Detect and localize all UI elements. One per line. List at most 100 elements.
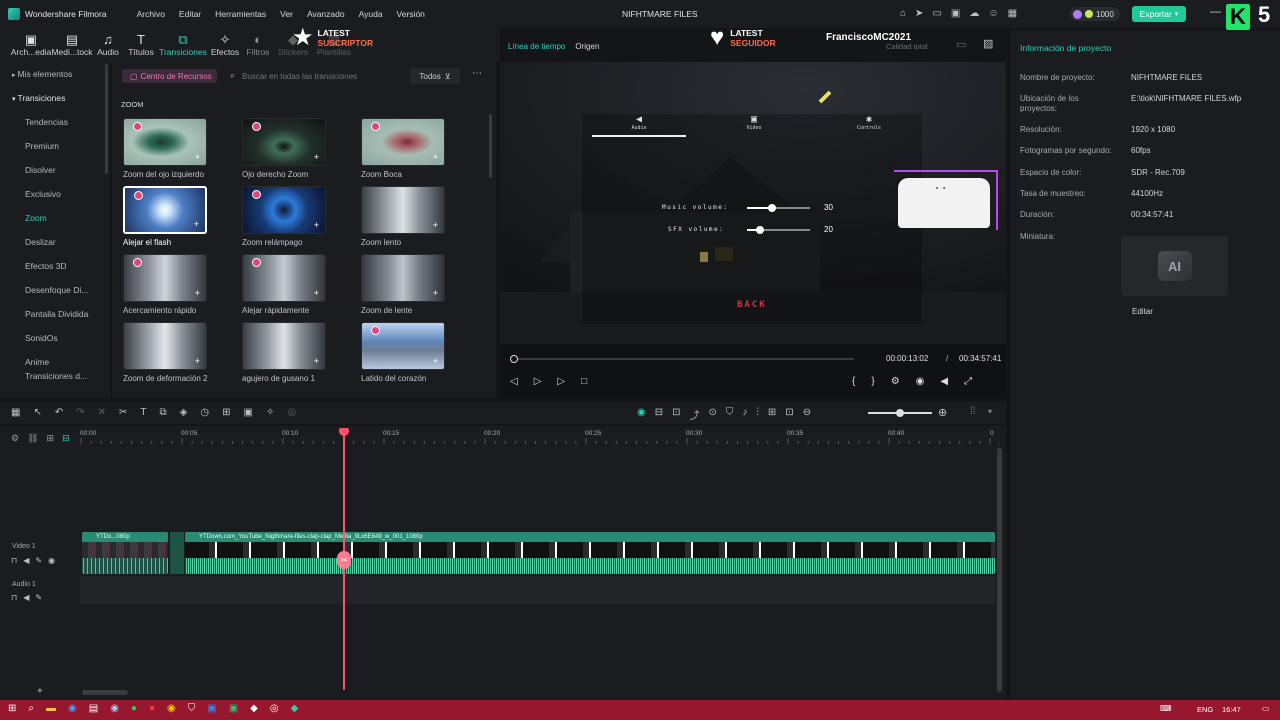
keyboard-icon[interactable]: ⌨ <box>1160 704 1172 713</box>
sfx-volume-slider[interactable] <box>747 226 810 234</box>
transition-card[interactable]: + Acercamiento rápido <box>123 254 209 315</box>
support-icon[interactable]: ☺ <box>988 8 998 19</box>
back-button[interactable]: BACK <box>737 300 767 310</box>
search-icon[interactable]: ⌕ <box>28 703 34 714</box>
chrome-icon[interactable]: ◉ <box>167 703 176 714</box>
add-icon[interactable]: + <box>433 152 438 162</box>
zoom-knob[interactable] <box>896 409 904 417</box>
add-track-icon[interactable]: ⊞ <box>47 433 55 444</box>
spotify-icon[interactable]: ● <box>131 703 137 714</box>
shield-app-icon[interactable]: ⛉ <box>188 703 196 714</box>
transition-card[interactable]: + Zoom de deformación 2 <box>123 322 209 383</box>
zoom-out-icon[interactable]: ⊖ <box>803 407 811 422</box>
settings-icon[interactable]: ⚙ <box>891 376 900 387</box>
keyframe-icon[interactable]: ◈ <box>180 407 188 418</box>
menu-ver[interactable]: Ver <box>280 9 293 19</box>
menu-archivo[interactable]: Archivo <box>137 9 165 19</box>
zoom-in-icon[interactable]: ⊕ <box>938 406 947 419</box>
progress-knob[interactable] <box>510 355 518 363</box>
nav-item-3d-effects[interactable]: Efectos 3D <box>0 254 110 278</box>
transition-card[interactable]: + Zoom relámpago <box>242 186 328 247</box>
nav-item-premium[interactable]: Premium <box>0 134 110 158</box>
magic-icon[interactable]: ✧ <box>266 407 274 418</box>
text-icon[interactable]: T <box>140 407 146 418</box>
nav-transitions[interactable]: ▾ Transiciones <box>0 86 110 110</box>
filter-dropdown[interactable]: Todos ⊻ <box>410 68 460 84</box>
menu-controls[interactable]: ✱ Controls <box>822 114 916 131</box>
menu-version[interactable]: Versión <box>397 9 425 19</box>
menu-audio[interactable]: ◀ Audio <box>592 114 686 137</box>
cut-marker-icon[interactable]: ✂ <box>337 551 351 569</box>
panel-scrollbar[interactable] <box>489 114 492 178</box>
export-button[interactable]: Exportar ▾ <box>1132 6 1186 22</box>
transition-card[interactable]: + Zoom lento <box>361 186 447 247</box>
tab-timeline[interactable]: Línea de tiempo <box>508 42 565 51</box>
nav-item-split-screen[interactable]: Pantalla Dividida <box>0 302 110 326</box>
add-icon[interactable]: + <box>433 356 438 366</box>
add-icon[interactable]: + <box>433 288 438 298</box>
play-back-icon[interactable]: ▷ <box>534 376 542 387</box>
stabilize-icon[interactable]: ⊞ <box>222 407 230 418</box>
resource-center-button[interactable]: ▢ Centro de Recursos <box>122 69 217 83</box>
cut-icon[interactable]: ✂ <box>119 407 127 418</box>
more-dropdown-icon[interactable]: ▾ <box>988 407 992 416</box>
select-icon[interactable]: ↖ <box>33 407 41 418</box>
add-icon[interactable]: + <box>194 219 199 229</box>
transition-card[interactable]: + Zoom de lente <box>361 254 447 315</box>
playback-progress[interactable] <box>510 355 854 363</box>
layout-icon[interactable]: ▦ <box>11 407 20 418</box>
menu-editar[interactable]: Editar <box>179 9 201 19</box>
transition-card[interactable]: + Latido del corazón <box>361 322 447 383</box>
add-track-button[interactable]: + <box>37 686 43 697</box>
undo-icon[interactable]: ↶ <box>55 407 63 418</box>
tool-audio[interactable]: ♫ Audio <box>94 28 122 62</box>
mute-icon[interactable]: ◀ <box>23 556 29 565</box>
notification-icon[interactable]: ▭ <box>1262 704 1270 713</box>
volume-icon[interactable]: ◀ <box>940 376 948 387</box>
fullscreen-icon[interactable]: ⤢ <box>964 376 972 387</box>
stop-icon[interactable]: □ <box>581 376 587 387</box>
add-icon[interactable]: + <box>195 356 200 366</box>
nav-item-trending[interactable]: Tendencias <box>0 110 110 134</box>
redo-icon[interactable]: ↷ <box>76 407 84 418</box>
timeline-vscroll[interactable] <box>997 448 1002 692</box>
playhead[interactable]: ✂ <box>337 428 351 690</box>
transition-card[interactable]: + Ojo derecho Zoom <box>242 118 328 179</box>
minimize-icon[interactable]: — <box>1210 6 1221 18</box>
credits-badge[interactable]: 1000 <box>1070 7 1120 21</box>
more-icon[interactable]: ⋯ <box>472 68 482 79</box>
quality-dropdown[interactable]: Calidad total <box>886 42 928 51</box>
add-icon[interactable]: + <box>314 152 319 162</box>
ai-tool-icon[interactable]: ◎ <box>287 407 296 418</box>
menu-avanzado[interactable]: Avanzado <box>307 9 345 19</box>
obs-icon[interactable]: ◎ <box>270 703 279 714</box>
video-clip[interactable] <box>170 532 184 574</box>
prev-frame-icon[interactable]: ◁ <box>510 376 518 387</box>
tool-transitions[interactable]: ⧉ Transiciones <box>159 28 207 62</box>
folder-icon[interactable]: ▬ <box>46 703 56 714</box>
menu-ayuda[interactable]: Ayuda <box>359 9 383 19</box>
snap-icon[interactable]: ⊟ <box>62 433 70 444</box>
video-clip-main[interactable]: YTDown.com_YouTube_Nigthmare-files-clap-… <box>185 532 995 574</box>
crop-icon[interactable]: ⧉ <box>160 407 167 418</box>
caption-icon[interactable]: ⊡ <box>785 407 793 422</box>
edit-thumbnail-button[interactable]: Editar <box>1132 307 1153 316</box>
store-icon[interactable]: ▤ <box>89 703 98 714</box>
add-icon[interactable]: + <box>314 288 319 298</box>
search-input[interactable] <box>242 68 407 84</box>
slider-knob[interactable] <box>768 204 777 212</box>
snapshot-icon[interactable]: ▨ <box>983 37 993 50</box>
transition-card[interactable]: + agujero de gusano 1 <box>242 322 328 383</box>
transition-card-selected[interactable]: + Alejar el flash <box>123 186 209 247</box>
tool-stock[interactable]: ▤ Medi...tock <box>51 28 92 62</box>
audio-track-area[interactable] <box>80 576 995 604</box>
speed-icon[interactable]: ◷ <box>200 407 209 418</box>
mic-icon[interactable]: ♪ <box>742 407 747 422</box>
grid-view-icon[interactable]: ⁞⁞ <box>970 406 976 417</box>
tool-effects[interactable]: ✧ Efectos <box>209 28 241 62</box>
tab-origin[interactable]: Origen <box>575 42 599 51</box>
transition-card[interactable]: + Zoom Boca <box>361 118 447 179</box>
nav-item-slide[interactable]: Deslizar <box>0 230 110 254</box>
play-icon[interactable]: ▷ <box>557 376 565 387</box>
excel-icon[interactable]: ▣ <box>229 703 238 714</box>
